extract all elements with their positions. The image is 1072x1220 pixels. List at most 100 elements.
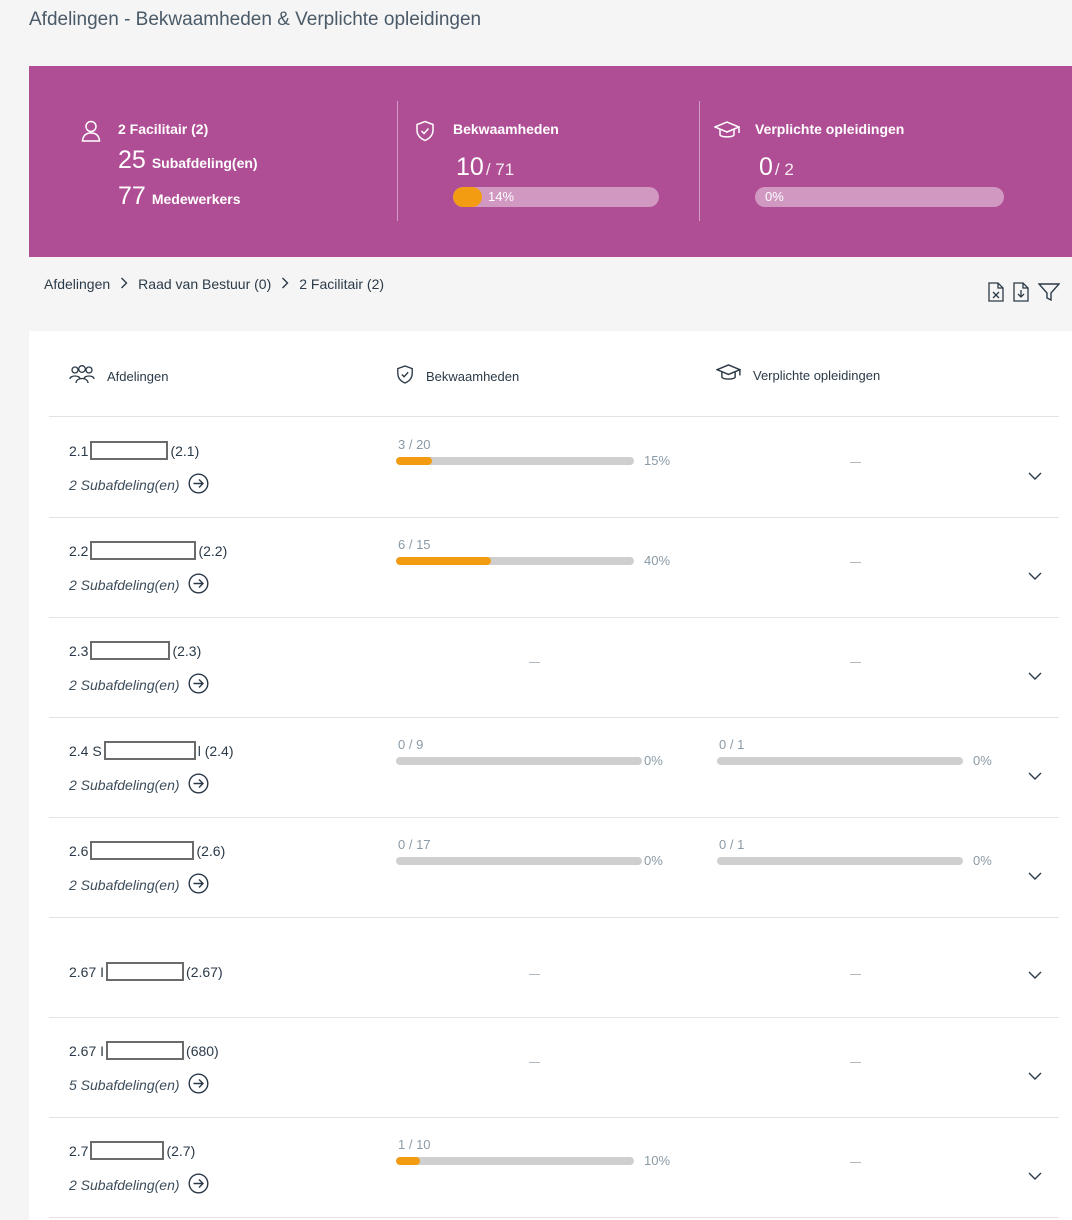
page-title: Afdelingen - Bekwaamheden & Verplichte o… [29, 9, 482, 30]
subdepartments-link[interactable]: 2 Subafdeling(en) [69, 873, 209, 897]
table-row[interactable]: 2.3 (2.3) 2 Subafdeling(en) [49, 617, 1059, 718]
table-row[interactable]: 2.7 (2.7) 2 Subafdeling(en) 1 / 10 10% [49, 1117, 1059, 1218]
required-fraction: 0 / 1 [719, 837, 745, 852]
competences-progress: 14% [453, 187, 659, 207]
competences-fraction: 1 / 10 [398, 1137, 431, 1152]
required-progress-bar [717, 757, 963, 765]
competences-progress-bar [396, 557, 634, 565]
shield-check-icon [396, 364, 426, 388]
subdepartments-link[interactable]: 2 Subafdeling(en) [69, 773, 209, 797]
required-trainings-title: Verplichte opleidingen [755, 121, 905, 137]
competences-progress-bar [396, 757, 642, 765]
arrow-circle-right-icon[interactable] [188, 1073, 209, 1097]
breadcrumb-item[interactable]: Afdelingen [44, 276, 110, 292]
required-fraction: 0/ 2 [759, 153, 794, 181]
chevron-right-icon [281, 276, 289, 292]
employee-count: 77 Medewerkers [118, 182, 241, 210]
table-row[interactable]: 2.6 (2.6) 2 Subafdeling(en) 0 / 17 0% 0 / 1 0% [49, 817, 1059, 918]
department-name[interactable]: 2.1 (2.1) [69, 441, 199, 460]
competences-progress-bar [396, 857, 642, 865]
arrow-circle-right-icon[interactable] [188, 873, 209, 897]
excel-export-icon[interactable] [988, 282, 1004, 307]
person-icon [81, 120, 101, 147]
arrow-circle-right-icon[interactable] [188, 773, 209, 797]
empty-dash [850, 1062, 861, 1063]
empty-dash [850, 562, 861, 563]
required-percent: 0% [973, 853, 992, 868]
competences-fraction: 10/ 71 [456, 153, 515, 181]
dept-name: 2 Facilitair (2) [118, 121, 209, 137]
subdepartments-link[interactable]: 2 Subafdeling(en) [69, 673, 209, 697]
empty-dash [529, 974, 540, 975]
divider [397, 101, 398, 221]
subdept-count: 25 Subafdeling(en) [118, 146, 258, 174]
empty-dash [529, 1062, 540, 1063]
graduation-cap-icon [715, 364, 753, 386]
redacted-text [90, 841, 195, 860]
competences-percent: 10% [644, 1153, 671, 1168]
subdepartments-link[interactable]: 2 Subafdeling(en) [69, 573, 209, 597]
table-row[interactable]: 2.1 (2.1) 2 Subafdeling(en) 3 / 20 15% [49, 417, 1059, 518]
graduation-cap-icon [713, 121, 741, 146]
department-name[interactable]: 2.2 (2.2) [69, 541, 227, 560]
department-name[interactable]: 2.3 (2.3) [69, 641, 201, 660]
department-name[interactable]: 2.4 Sl (2.4) [69, 741, 234, 760]
table-row[interactable]: 2.4 Sl (2.4) 2 Subafdeling(en) 0 / 9 0% 0 / … [49, 717, 1059, 818]
arrow-circle-right-icon[interactable] [188, 673, 209, 697]
chevron-down-icon[interactable] [1028, 667, 1042, 685]
competences-progress-bar [396, 457, 634, 465]
people-group-icon [69, 364, 107, 389]
departments-table: Afdelingen Bekwaamheden Verplichte oplei… [29, 331, 1072, 1220]
competences-percent: 0% [644, 753, 663, 768]
table-row[interactable]: 2.67 I (680) 5 Subafdeling(en) [49, 1017, 1059, 1118]
chevron-down-icon[interactable] [1028, 1067, 1042, 1085]
table-row[interactable]: 2.2 (2.2) 2 Subafdeling(en) 6 / 15 40% [49, 517, 1059, 618]
arrow-circle-right-icon[interactable] [188, 473, 209, 497]
filter-icon[interactable] [1037, 283, 1061, 306]
required-progress: 0% [755, 187, 1004, 207]
department-name[interactable]: 2.67 I (680) [69, 1041, 219, 1060]
subdepartments-link[interactable]: 2 Subafdeling(en) [69, 1173, 209, 1197]
chevron-down-icon[interactable] [1028, 567, 1042, 585]
empty-dash [850, 974, 861, 975]
arrow-circle-right-icon[interactable] [188, 1173, 209, 1197]
required-progress-bar [717, 857, 963, 865]
column-header-required-trainings: Verplichte opleidingen [715, 364, 880, 386]
chevron-down-icon[interactable] [1028, 767, 1042, 785]
department-name[interactable]: 2.7 (2.7) [69, 1141, 195, 1160]
arrow-circle-right-icon[interactable] [188, 573, 209, 597]
competences-fraction: 0 / 17 [398, 837, 431, 852]
empty-dash [850, 1162, 861, 1163]
competences-fraction: 3 / 20 [398, 437, 431, 452]
divider [699, 101, 700, 221]
competences-title: Bekwaamheden [453, 121, 559, 137]
chevron-down-icon[interactable] [1028, 467, 1042, 485]
redacted-text [106, 1041, 185, 1060]
required-percent: 0% [973, 753, 992, 768]
competences-progress-bar [396, 1157, 634, 1165]
column-header-competences: Bekwaamheden [396, 364, 519, 388]
table-row[interactable]: 2.67 I (2.67) [49, 917, 1059, 1018]
breadcrumb: Afdelingen Raad van Bestuur (0) 2 Facili… [44, 276, 384, 292]
summary-banner: 2 Facilitair (2) 25 Subafdeling(en) 77 Med… [29, 66, 1072, 257]
competences-fraction: 0 / 9 [398, 737, 424, 752]
empty-dash [529, 662, 540, 663]
breadcrumb-item: 2 Facilitair (2) [299, 276, 385, 292]
empty-dash [850, 662, 861, 663]
breadcrumb-item[interactable]: Raad van Bestuur (0) [138, 276, 271, 292]
subdepartments-link[interactable]: 2 Subafdeling(en) [69, 473, 209, 497]
required-fraction: 0 / 1 [719, 737, 745, 752]
column-header-departments: Afdelingen [69, 364, 168, 389]
chevron-right-icon [120, 276, 128, 292]
subdepartments-link[interactable]: 5 Subafdeling(en) [69, 1073, 209, 1097]
department-name[interactable]: 2.67 I (2.67) [69, 962, 223, 981]
redacted-text [106, 962, 185, 981]
competences-fraction: 6 / 15 [398, 537, 431, 552]
department-name[interactable]: 2.6 (2.6) [69, 841, 225, 860]
chevron-down-icon[interactable] [1028, 1167, 1042, 1185]
chevron-down-icon[interactable] [1028, 867, 1042, 885]
redacted-text [103, 741, 196, 760]
chevron-down-icon[interactable] [1028, 966, 1042, 984]
download-icon[interactable] [1013, 282, 1029, 307]
competences-percent: 40% [644, 553, 671, 568]
